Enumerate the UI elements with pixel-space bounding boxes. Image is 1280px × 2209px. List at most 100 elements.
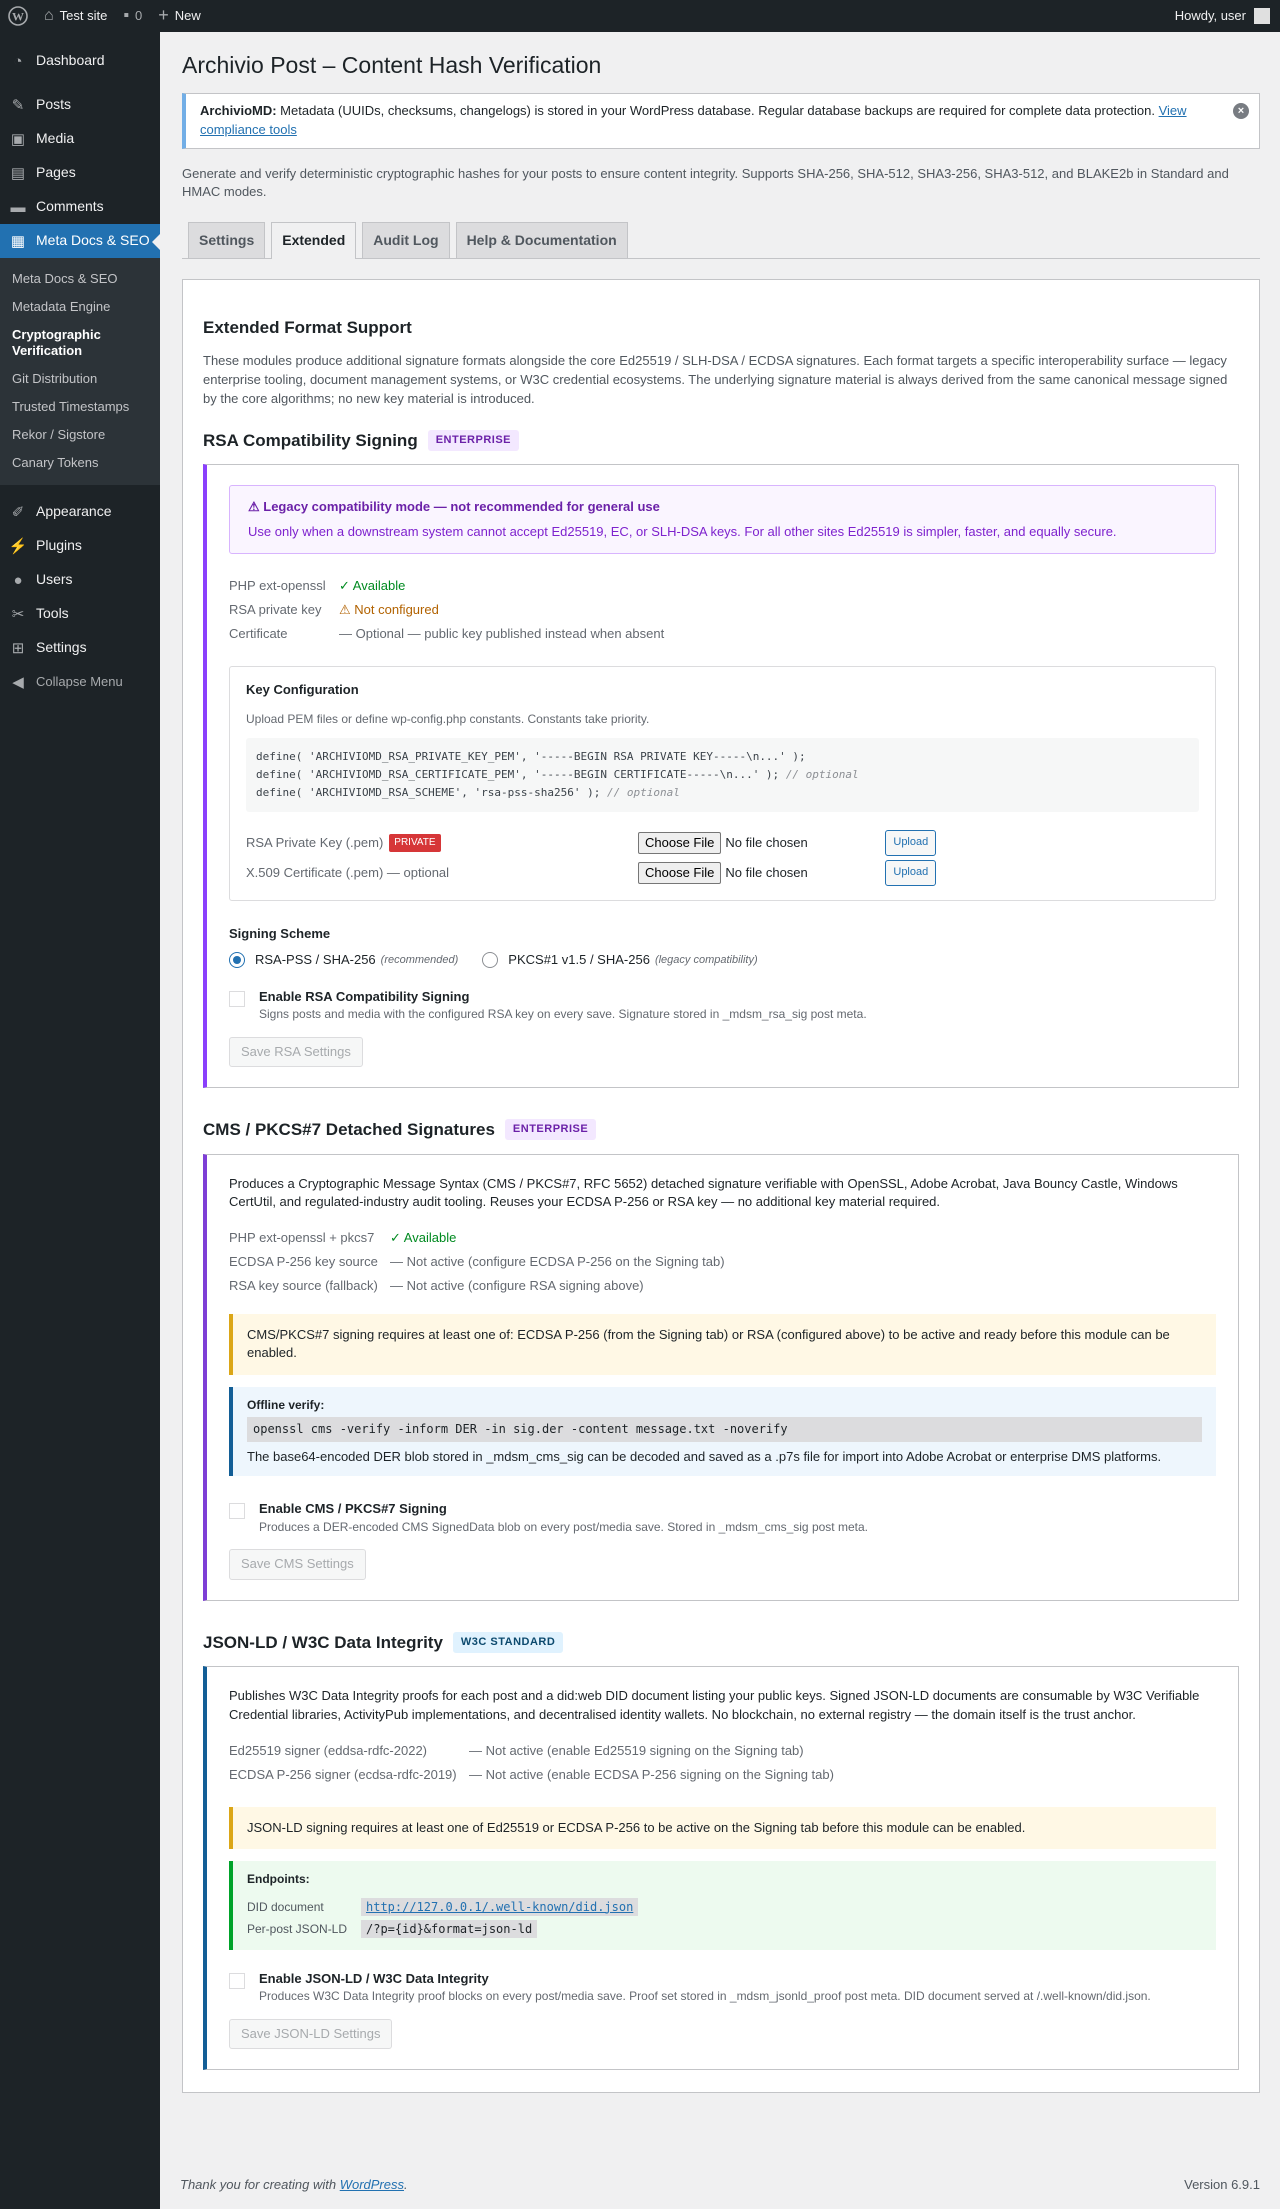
enterprise-badge: ENTERPRISE (504, 1118, 597, 1141)
cms-card: Produces a Cryptographic Message Syntax … (203, 1153, 1239, 1601)
status-row: Ed25519 signer (eddsa-rdfc-2022) — Not a… (229, 1742, 804, 1758)
key-configuration-box: Key Configuration Upload PEM files or de… (229, 665, 1216, 902)
radio-rsa-pss[interactable] (229, 952, 245, 969)
svg-text:W: W (12, 10, 24, 24)
enable-jsonld-checkbox[interactable] (229, 1973, 245, 1989)
offline-verify-box: Offline verify: openssl cms -verify -inf… (229, 1386, 1216, 1477)
upload-private-key-button[interactable]: Upload (885, 830, 937, 856)
dashboard-icon: ◔ (13, 52, 23, 70)
settings-icon: ⊞ (11, 639, 25, 657)
page-title: Archivio Post – Content Hash Verificatio… (182, 52, 602, 78)
private-badge: PRIVATE (389, 834, 441, 853)
extended-panel: Extended Format Support These modules pr… (182, 279, 1260, 2094)
enable-cms-checkbox[interactable] (229, 1503, 245, 1520)
save-cms-settings-button[interactable]: Save CMS Settings (229, 1549, 366, 1580)
enable-cms-row: Enable CMS / PKCS#7 Signing Produces a D… (229, 1500, 1216, 1535)
intro-text: Generate and verify deterministic crypto… (182, 165, 1229, 200)
site-name-link[interactable]: ⌂ Test site (36, 0, 115, 32)
enterprise-badge: ENTERPRISE (427, 429, 519, 452)
cms-section-header: CMS / PKCS#7 Detached Signatures ENTERPR… (203, 1118, 1239, 1142)
menu-settings[interactable]: ⊞ Settings (0, 631, 160, 665)
tab-help-documentation[interactable]: Help & Documentation (455, 222, 628, 259)
comments-link[interactable]: ▪ 0 (115, 0, 150, 32)
cms-title: CMS / PKCS#7 Detached Signatures (203, 1119, 495, 1139)
footer-version: Version 6.9.1 (1184, 2177, 1260, 2192)
upload-certificate-button[interactable]: Upload (885, 860, 937, 886)
enable-jsonld-row: Enable JSON-LD / W3C Data Integrity Prod… (229, 1970, 1216, 2005)
cms-requirement-notice: CMS/PKCS#7 signing requires at least one… (229, 1314, 1216, 1375)
tab-extended[interactable]: Extended (271, 222, 357, 260)
submenu-meta-docs-seo[interactable]: Meta Docs & SEO (0, 265, 160, 293)
wrench-icon: ✂ (11, 605, 25, 623)
save-rsa-settings-button[interactable]: Save RSA Settings (229, 1036, 363, 1067)
status-row: ECDSA P-256 key source — Not active (con… (229, 1254, 725, 1270)
new-content-link[interactable]: + New (150, 0, 209, 32)
meta-docs-submenu: Meta Docs & SEO Metadata Engine Cryptogr… (0, 258, 160, 485)
dismiss-icon[interactable]: × (1233, 102, 1249, 119)
tab-audit-log[interactable]: Audit Log (362, 222, 450, 259)
status-row: PHP ext-openssl + pkcs7 ✓ Available (229, 1230, 457, 1246)
legacy-warning: ⚠ Legacy compatibility mode — not recomm… (229, 485, 1216, 554)
choose-file-button[interactable]: Choose File (638, 832, 722, 855)
document-icon: ▦ (10, 232, 26, 250)
menu-posts[interactable]: ✎ Posts (0, 88, 160, 122)
legacy-warning-body: Use only when a downstream system cannot… (248, 523, 1117, 539)
account-menu[interactable]: Howdy, user (1167, 0, 1280, 32)
media-icon: ▣ (10, 130, 26, 148)
home-icon: ⌂ (44, 6, 54, 24)
plugin-icon: ⚡ (8, 537, 28, 555)
status-row: Certificate — Optional — public key publ… (229, 625, 665, 641)
signing-scheme-title: Signing Scheme (229, 926, 331, 942)
status-not-configured: ⚠ Not configured (339, 601, 439, 617)
w3c-standard-badge: W3C STANDARD (452, 1631, 564, 1654)
radio-pkcs1[interactable] (482, 952, 499, 969)
extended-description: These modules produce additional signatu… (203, 353, 1228, 406)
jsonld-requirement-notice: JSON-LD signing requires at least one of… (229, 1807, 1216, 1850)
tab-bar: Settings Extended Audit Log Help & Docum… (182, 222, 1260, 260)
main-content: Archivio Post – Content Hash Verificatio… (182, 32, 1260, 2094)
menu-appearance[interactable]: ✐ Appearance (0, 495, 160, 529)
wordpress-link[interactable]: WordPress (340, 2177, 404, 2192)
choose-file-button[interactable]: Choose File (638, 862, 722, 885)
submenu-cryptographic-verification[interactable]: Cryptographic Verification (0, 321, 160, 365)
endpoints-box: Endpoints: DID document http://127.0.0.1… (229, 1861, 1216, 1950)
wp-config-code-block: define( 'ARCHIVIOMD_RSA_PRIVATE_KEY_PEM'… (246, 737, 1199, 813)
avatar (1254, 8, 1270, 24)
submenu-trusted-timestamps[interactable]: Trusted Timestamps (0, 393, 160, 421)
legacy-warning-title: ⚠ Legacy compatibility mode — not recomm… (248, 499, 660, 515)
menu-comments[interactable]: ▬ Comments (0, 190, 160, 224)
did-document-row: DID document http://127.0.0.1/.well-know… (247, 1896, 1202, 1918)
did-document-link[interactable]: http://127.0.0.1/.well-known/did.json (366, 1900, 633, 1914)
brush-icon: ✐ (11, 503, 25, 521)
per-post-jsonld-row: Per-post JSON-LD /?p={id}&format=json-ld (247, 1918, 1202, 1940)
users-icon: ● (13, 571, 23, 589)
menu-meta-docs-seo[interactable]: ▦ Meta Docs & SEO (0, 224, 160, 258)
menu-tools[interactable]: ✂ Tools (0, 597, 160, 631)
plus-icon: + (158, 5, 169, 26)
collapse-menu-button[interactable]: ◀ Collapse Menu (0, 665, 160, 699)
pin-icon: ✎ (11, 96, 25, 114)
enable-rsa-checkbox[interactable] (229, 990, 245, 1007)
menu-pages[interactable]: ▤ Pages (0, 156, 160, 190)
save-jsonld-settings-button[interactable]: Save JSON-LD Settings (229, 2018, 393, 2050)
menu-dashboard[interactable]: ◔ Dashboard (0, 44, 160, 78)
certificate-file-row: X.509 Certificate (.pem) — optional Choo… (246, 858, 1199, 888)
status-row: RSA private key ⚠ Not configured (229, 598, 1216, 622)
key-configuration-title: Key Configuration (246, 681, 359, 697)
cms-description: Produces a Cryptographic Message Syntax … (229, 1175, 1178, 1210)
submenu-canary-tokens[interactable]: Canary Tokens (0, 449, 160, 477)
rsa-title: RSA Compatibility Signing (203, 430, 418, 450)
submenu-rekor-sigstore[interactable]: Rekor / Sigstore (0, 421, 160, 449)
submenu-metadata-engine[interactable]: Metadata Engine (0, 293, 160, 321)
tab-settings[interactable]: Settings (188, 222, 266, 259)
key-configuration-desc: Upload PEM files or define wp-config.php… (246, 711, 650, 726)
jsonld-description: Publishes W3C Data Integrity proofs for … (229, 1688, 1200, 1723)
comments-icon: ▬ (10, 198, 26, 216)
admin-bar: W ⌂ Test site ▪ 0 + New Howdy, user (0, 0, 1280, 32)
menu-media[interactable]: ▣ Media (0, 122, 160, 156)
submenu-git-distribution[interactable]: Git Distribution (0, 365, 160, 393)
wordpress-logo-icon[interactable]: W (0, 0, 36, 32)
menu-users[interactable]: ● Users (0, 563, 160, 597)
comment-bubble-icon: ▪ (123, 6, 130, 24)
menu-plugins[interactable]: ⚡ Plugins (0, 529, 160, 563)
